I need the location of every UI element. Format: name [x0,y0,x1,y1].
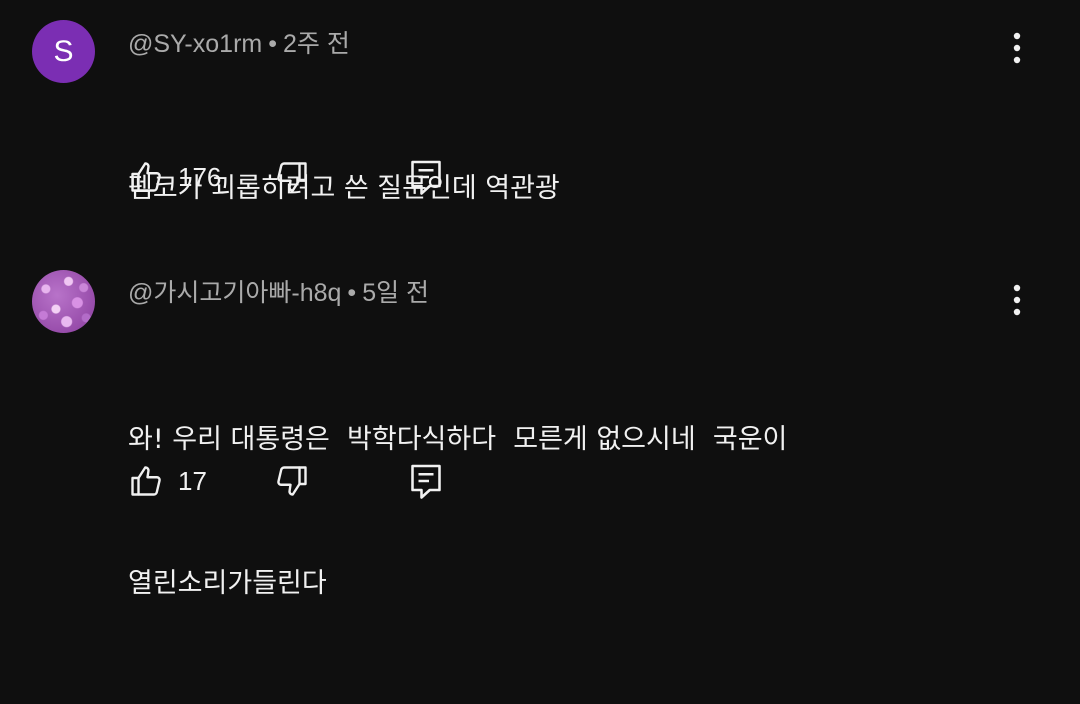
comment-actions: 176 [128,157,528,197]
thumbs-up-icon [128,159,164,195]
thumbs-down-icon [274,463,310,499]
comment-author[interactable]: @가시고기아빠-h8q [128,279,341,307]
more-vert-icon [1013,284,1021,320]
like-button[interactable]: 17 [128,461,207,501]
comment-text-line: 와! 우리 대통령은 박학다식하다 모른게 없으시네 국운이 [128,424,788,455]
comment-meta: @가시고기아빠-h8q • 5일 전 [128,273,429,309]
like-count: 17 [178,465,207,496]
more-options-button[interactable] [1000,282,1034,322]
thumbs-down-icon [274,159,310,195]
meta-separator: • [347,279,357,307]
reply-button[interactable] [408,157,444,197]
comment-time[interactable]: 2주 전 [283,30,350,58]
reply-icon [408,158,444,196]
more-options-button[interactable] [1000,30,1034,70]
like-button[interactable]: 176 [128,157,221,197]
comment-text-line: 열린소리가들린다 [128,568,327,599]
comment-time[interactable]: 5일 전 [362,279,429,307]
comment-meta: @SY-xo1rm • 2주 전 [128,24,350,60]
more-vert-icon [1013,32,1021,68]
comment-text: 와! 우리 대통령은 박학다식하다 모른게 없으시네 국운이 열린소리가들린다 [128,320,787,704]
reply-button[interactable] [408,461,444,501]
avatar[interactable]: S [32,20,95,83]
comment-thread-2: @가시고기아빠-h8q • 5일 전 와! 우리 대통령은 박학다식하다 모른게 없… [0,268,1080,599]
dislike-button[interactable] [274,461,310,501]
reply-icon [408,462,444,500]
thumbs-up-icon [128,463,164,499]
comment-actions: 17 [128,461,528,501]
dislike-button[interactable] [274,157,310,197]
meta-separator: • [268,30,277,58]
avatar[interactable] [32,270,95,333]
comment-author[interactable]: @SY-xo1rm [128,30,262,58]
like-count: 176 [178,161,222,192]
comment-thread-1: S @SY-xo1rm • 2주 전 펨코가 괴롭히려고 쓴 질문인데 역관광 17… [0,0,1080,268]
avatar-letter: S [53,34,74,68]
